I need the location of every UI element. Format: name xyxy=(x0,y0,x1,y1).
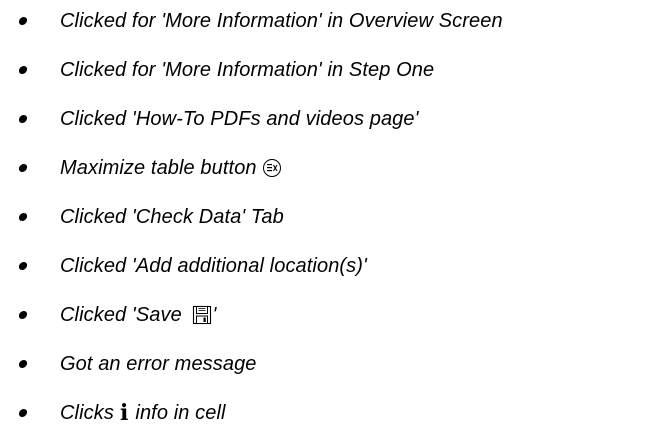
item-text: Clicked 'Check Data' Tab xyxy=(60,205,284,228)
list-item: Clicks i info in cell xyxy=(0,396,649,430)
item-text: Clicked for 'More Information' in Overvi… xyxy=(60,9,503,32)
item-text: Clicked 'How-To PDFs and videos page' xyxy=(60,107,419,130)
maximize-icon xyxy=(262,159,281,177)
item-text: Clicked for 'More Information' in Step O… xyxy=(60,58,435,81)
list-item: Clicked 'Add additional location(s)' xyxy=(0,249,649,283)
item-text-suffix: info in cell xyxy=(135,401,226,424)
item-text: Maximize table button xyxy=(60,156,257,179)
bullet-point xyxy=(18,164,28,172)
item-text: Got an error message xyxy=(60,352,257,375)
info-icon: i xyxy=(119,400,129,426)
item-text: Clicked 'Add additional location(s)' xyxy=(60,254,367,277)
bullet-point xyxy=(18,17,28,25)
item-text: Clicked 'Save xyxy=(60,303,188,326)
bullet-point xyxy=(18,262,28,270)
bullet-point xyxy=(18,360,28,368)
bullet-point xyxy=(18,66,28,74)
item-text-suffix: ' xyxy=(212,303,217,326)
item-text: Clicks xyxy=(60,401,114,424)
item-text-row: Clicked 'Save ' xyxy=(60,304,216,327)
list-item: Got an error message xyxy=(0,347,649,381)
list-item: Clicked for 'More Information' in Overvi… xyxy=(0,4,649,38)
item-text-row: Clicks i info in cell xyxy=(60,402,226,425)
list-item: Clicked 'Save ' xyxy=(0,298,649,332)
list-item: Clicked for 'More Information' in Step O… xyxy=(0,53,649,87)
list-item: Clicked 'Check Data' Tab xyxy=(0,200,649,234)
bullet-point xyxy=(18,115,28,123)
save-disk-icon xyxy=(192,305,212,325)
list-item: Maximize table button xyxy=(0,151,649,185)
bullet-point xyxy=(18,311,28,319)
bullet-point xyxy=(18,213,28,221)
item-text-row: Maximize table button xyxy=(60,157,281,180)
list-item: Clicked 'How-To PDFs and videos page' xyxy=(0,102,649,136)
bullet-point xyxy=(18,409,28,417)
